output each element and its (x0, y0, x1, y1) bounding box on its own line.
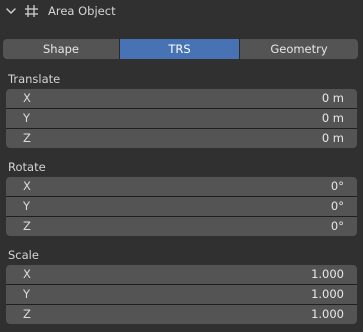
rotate-x-field[interactable]: X 0° (6, 177, 357, 196)
translate-label: Translate (8, 72, 61, 86)
scale-y-field[interactable]: Y 1.000 (6, 285, 357, 304)
field-value: 0 m (321, 91, 344, 105)
field-value: 0° (330, 179, 344, 193)
field-label: Y (23, 111, 31, 125)
field-label: Z (23, 131, 31, 145)
translate-y-field[interactable]: Y 0 m (6, 109, 357, 128)
field-label: X (23, 267, 31, 281)
field-value: 0 m (321, 111, 344, 125)
rotate-label: Rotate (8, 160, 46, 174)
field-value: 0° (330, 219, 344, 233)
field-value: 1.000 (311, 267, 344, 281)
tab-geometry[interactable]: Geometry (240, 39, 358, 59)
rotate-z-field[interactable]: Z 0° (6, 217, 357, 236)
tab-shape[interactable]: Shape (3, 39, 120, 59)
field-label: Y (23, 199, 31, 213)
scale-label: Scale (8, 248, 39, 262)
hash-grid-icon (25, 5, 38, 17)
translate-fields: X 0 m Y 0 m Z 0 m (6, 89, 357, 148)
translate-x-field[interactable]: X 0 m (6, 89, 357, 108)
scale-fields: X 1.000 Y 1.000 Z 1.000 (6, 265, 357, 324)
panel-header[interactable]: Area Object (0, 0, 363, 24)
translate-z-field[interactable]: Z 0 m (6, 129, 357, 148)
rotate-fields: X 0° Y 0° Z 0° (6, 177, 357, 236)
field-label: X (23, 179, 31, 193)
tab-trs[interactable]: TRS (120, 39, 240, 59)
field-label: Z (23, 219, 31, 233)
panel-title: Area Object (48, 4, 116, 18)
field-value: 1.000 (311, 287, 344, 301)
scale-z-field[interactable]: Z 1.000 (6, 305, 357, 324)
field-label: X (23, 91, 31, 105)
field-label: Y (23, 287, 31, 301)
rotate-y-field[interactable]: Y 0° (6, 197, 357, 216)
field-value: 0° (330, 199, 344, 213)
field-value: 0 m (321, 131, 344, 145)
field-label: Z (23, 307, 31, 321)
scale-x-field[interactable]: X 1.000 (6, 265, 357, 284)
mode-tabs: Shape TRS Geometry (3, 39, 358, 59)
chevron-down-icon[interactable] (5, 5, 17, 17)
field-value: 1.000 (311, 307, 344, 321)
